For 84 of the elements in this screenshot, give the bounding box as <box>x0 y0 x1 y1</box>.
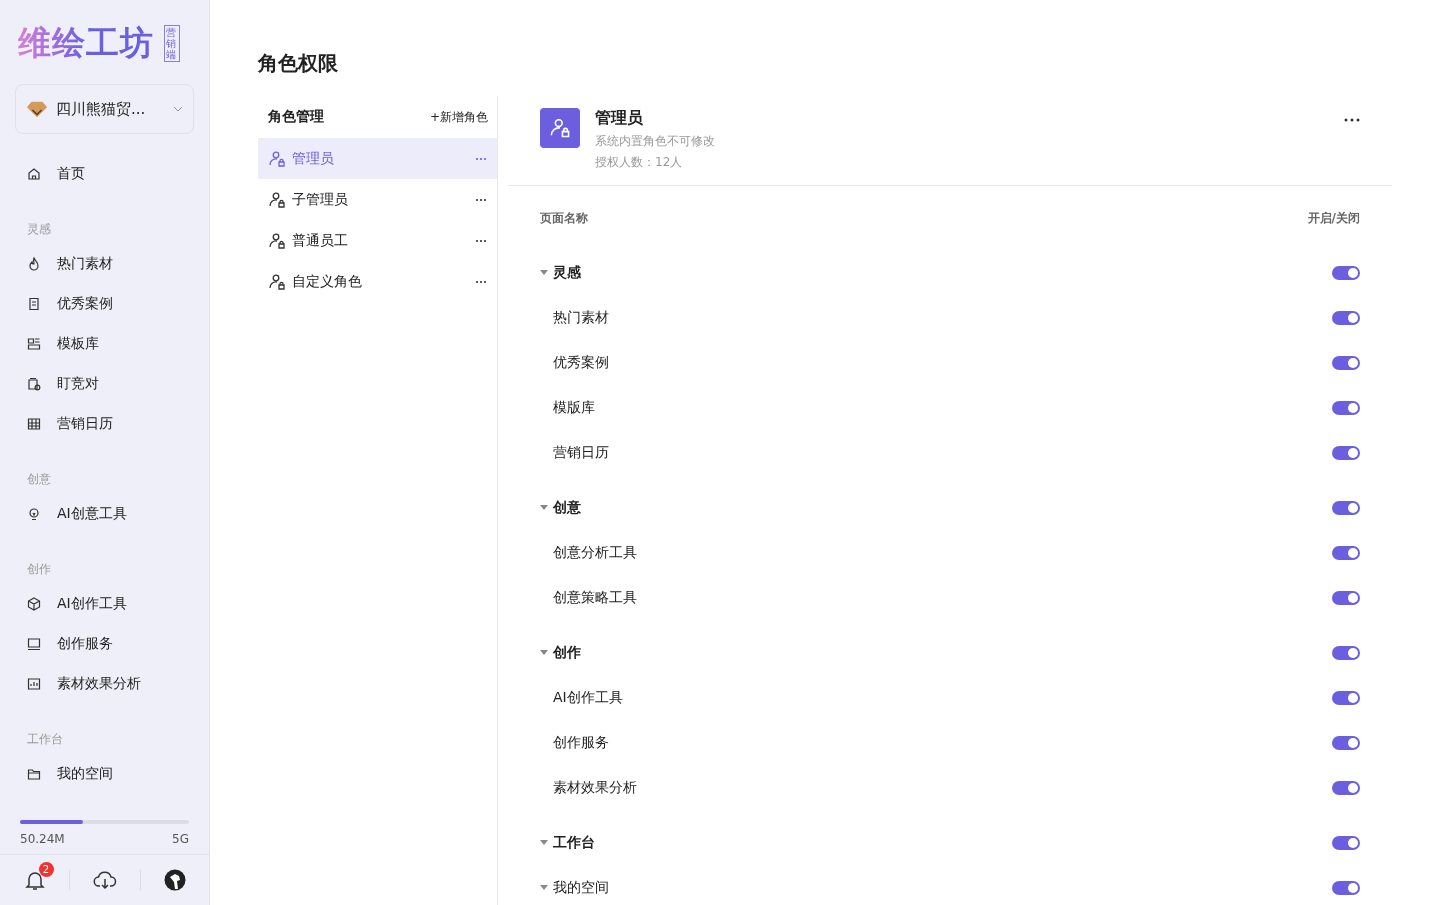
home-icon <box>27 167 41 181</box>
folder-icon <box>27 767 41 781</box>
grid-icon <box>27 417 41 431</box>
nav-item[interactable]: 首页 <box>0 154 209 194</box>
add-role-button[interactable]: +新增角色 <box>429 108 488 126</box>
permission-item[interactable]: 创意策略工具 <box>540 588 637 607</box>
panel-title: 角色管理 <box>268 108 324 126</box>
nav-item[interactable]: 我的空间 <box>0 754 209 794</box>
toggle-switch[interactable] <box>1332 265 1360 280</box>
column-header: 开启/关闭 <box>1307 209 1360 227</box>
more-icon[interactable] <box>475 238 487 243</box>
permission-item[interactable]: 创意分析工具 <box>540 543 637 562</box>
role-avatar-icon <box>540 108 580 148</box>
notification-badge: 2 <box>38 862 54 877</box>
toggle-switch[interactable] <box>1332 645 1360 660</box>
nav-item[interactable]: 创作服务 <box>0 624 209 664</box>
column-header: 页面名称 <box>540 209 588 227</box>
nav-item[interactable]: AI创意工具 <box>0 494 209 534</box>
permission-item[interactable]: AI创作工具 <box>540 688 623 707</box>
permission-group[interactable]: 灵感 <box>540 263 581 282</box>
permission-group[interactable]: 工作台 <box>540 833 595 852</box>
permission-group[interactable]: 创意 <box>540 498 581 517</box>
permission-item[interactable]: 模版库 <box>540 398 595 417</box>
permission-group[interactable]: 创作 <box>540 643 581 662</box>
role-item[interactable]: 自定义角色 <box>258 261 497 302</box>
role-name: 管理员 <box>595 108 644 129</box>
nav-item[interactable]: 营销日历 <box>0 404 209 444</box>
toggle-switch[interactable] <box>1332 355 1360 370</box>
screen-icon <box>27 637 41 651</box>
organization-select[interactable]: 四川熊猫贸... <box>15 84 194 134</box>
user-count: 授权人数：12人 <box>595 154 684 171</box>
permission-item[interactable]: 优秀案例 <box>540 353 609 372</box>
permission-item[interactable]: 营销日历 <box>540 443 609 462</box>
avatar[interactable] <box>163 869 186 891</box>
cloud-download-icon <box>92 869 117 891</box>
toggle-switch[interactable] <box>1332 310 1360 325</box>
user-lock-icon <box>268 149 286 168</box>
role-note: 系统内置角色不可修改 <box>595 133 716 150</box>
toggle-switch[interactable] <box>1332 590 1360 605</box>
download-button[interactable] <box>92 869 117 891</box>
nav-item[interactable]: 模板库 <box>0 324 209 364</box>
permission-item[interactable]: 素材效果分析 <box>540 778 637 797</box>
nav-item[interactable]: 优秀案例 <box>0 284 209 324</box>
more-icon[interactable] <box>475 279 487 284</box>
permission-item[interactable]: 热门素材 <box>540 308 609 327</box>
toggle-switch[interactable] <box>1332 735 1360 750</box>
toggle-switch[interactable] <box>1332 545 1360 560</box>
permission-item[interactable]: 我的空间 <box>540 878 609 897</box>
toggle-switch[interactable] <box>1332 835 1360 850</box>
toggle-switch[interactable] <box>1332 880 1360 895</box>
layout-icon <box>27 337 41 351</box>
nav-section-label: 创意 <box>26 471 52 488</box>
nav-section-label: 灵感 <box>26 221 52 238</box>
page-title: 角色权限 <box>258 50 339 76</box>
toggle-switch[interactable] <box>1332 690 1360 705</box>
permission-item[interactable]: 创作服务 <box>540 733 609 752</box>
cube-icon <box>27 597 41 611</box>
toggle-switch[interactable] <box>1332 445 1360 460</box>
chevron-down-icon <box>173 106 183 112</box>
nav-item[interactable]: 热门素材 <box>0 244 209 284</box>
user-lock-icon <box>268 231 286 250</box>
nav-section-label: 工作台 <box>26 731 64 748</box>
nav-section-label: 创作 <box>26 561 52 578</box>
bulb-icon <box>27 507 41 521</box>
role-item[interactable]: 子管理员 <box>258 179 497 220</box>
nav-item[interactable]: AI创作工具 <box>0 584 209 624</box>
nav-item[interactable]: 素材效果分析 <box>0 664 209 704</box>
role-item[interactable]: 管理员 <box>258 138 497 179</box>
user-lock-icon <box>268 190 286 209</box>
fire-icon <box>27 257 41 271</box>
toggle-switch[interactable] <box>1332 400 1360 415</box>
toggle-switch[interactable] <box>1332 780 1360 795</box>
logo-badge: 营销端 <box>164 24 180 62</box>
role-item[interactable]: 普通员工 <box>258 220 497 261</box>
storage-used: 50.24M <box>20 832 65 846</box>
user-lock-icon <box>268 272 286 291</box>
avatar-icon <box>163 869 186 891</box>
more-icon[interactable] <box>475 197 487 202</box>
chart-icon <box>27 677 41 691</box>
toggle-switch[interactable] <box>1332 500 1360 515</box>
more-icon[interactable] <box>1344 118 1360 122</box>
storage-total: 5G <box>172 832 189 846</box>
nav-item[interactable]: 盯竞对 <box>0 364 209 404</box>
doc-icon <box>27 297 41 311</box>
